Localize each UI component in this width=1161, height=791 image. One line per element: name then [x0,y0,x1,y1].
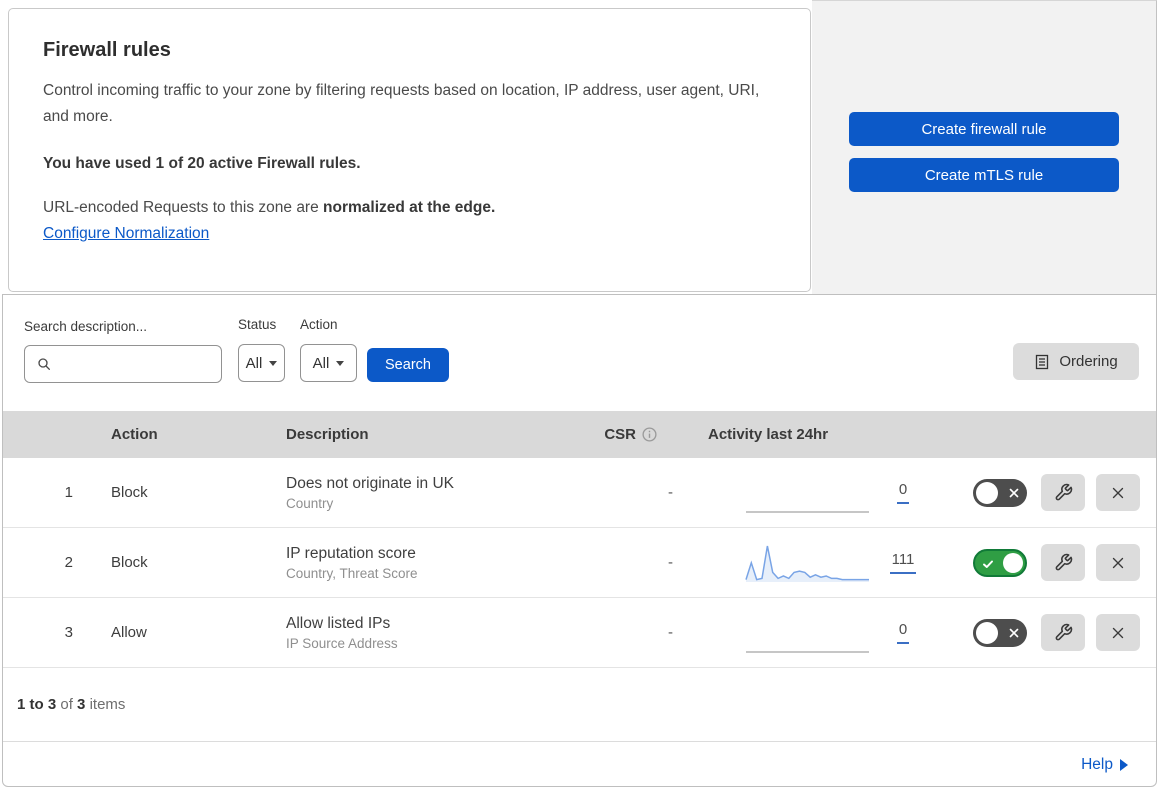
activity-count-link[interactable]: 0 [896,481,910,504]
wrench-icon [1055,553,1072,571]
action-filter-dropdown[interactable]: All [300,344,357,382]
activity-count-cell: 0 [878,621,928,644]
status-filter-dropdown[interactable]: All [238,344,285,382]
close-icon [1112,627,1124,638]
rule-priority: 1 [64,484,73,501]
activity-count-link[interactable]: 0 [896,621,910,644]
rule-description-cell: IP reputation score Country, Threat Scor… [286,545,576,581]
rule-action: Allow [111,624,147,641]
usage-note: You have used 1 of 20 active Firewall ru… [43,155,361,173]
rule-enabled-toggle[interactable] [973,548,1027,577]
check-icon [983,560,993,568]
column-header-description: Description [286,426,369,443]
column-header-action: Action [111,426,158,443]
table-header-row: Action Description CSR Activity last 24h… [3,411,1156,458]
pagination-total: 3 [77,696,86,713]
csr-header-label: CSR [604,426,636,443]
filter-bar: Search description... Status All Action … [3,295,1156,411]
activity-sparkline [746,650,869,653]
search-input[interactable] [60,355,221,373]
search-icon [38,358,50,370]
search-label: Search description... [24,319,148,334]
create-mtls-rule-button[interactable]: Create mTLS rule [849,158,1119,192]
rule-description: IP reputation score [286,544,416,562]
search-input-container[interactable] [24,345,222,383]
chevron-down-icon [269,360,278,366]
x-icon [1009,628,1019,637]
rule-description: Allow listed IPs [286,614,391,632]
rule-description-cell: Allow listed IPs IP Source Address [286,615,576,651]
help-link[interactable]: Help [1081,756,1128,774]
list-document-icon [1036,354,1049,369]
column-header-csr: CSR [603,426,693,443]
wrench-icon [1055,623,1072,641]
rule-action: Block [111,554,148,571]
rule-criteria: IP Source Address [286,635,398,651]
activity-count-cell: 111 [878,551,928,574]
help-link-label: Help [1081,756,1113,773]
close-icon [1112,557,1124,568]
pagination-range: 1 to 3 [17,696,57,713]
table-row: 1 Block Does not originate in UK Country… [3,458,1156,528]
column-header-activity: Activity last 24hr [708,426,829,443]
info-icon[interactable] [642,427,657,442]
status-filter-value: All [245,354,263,372]
search-button[interactable]: Search [367,348,449,382]
firewall-rules-header-card: Firewall rules Control incoming traffic … [8,8,811,292]
status-filter-label: Status [238,317,277,332]
delete-rule-button[interactable] [1096,474,1140,511]
page-description: Control incoming traffic to your zone by… [43,82,760,125]
rule-priority: 3 [64,624,73,641]
activity-count-link[interactable]: 111 [889,551,917,574]
rule-enabled-toggle[interactable] [973,478,1027,507]
close-icon [1112,487,1124,498]
wrench-icon [1055,483,1072,501]
chevron-down-icon [336,360,345,366]
pagination-summary: 1 to 3 of 3 items [3,668,1156,741]
edit-rule-button[interactable] [1041,544,1085,581]
ordering-button[interactable]: Ordering [1013,343,1139,380]
normalization-note-bold: normalized at the edge. [323,199,496,217]
page-title: Firewall rules [43,39,171,61]
activity-count-cell: 0 [878,481,928,504]
rule-criteria: Country, Threat Score [286,565,418,581]
actions-panel: Create firewall rule Create mTLS rule [812,0,1157,295]
ordering-button-label: Ordering [1059,353,1118,370]
delete-rule-button[interactable] [1096,544,1140,581]
table-row: 3 Allow Allow listed IPs IP Source Addre… [3,598,1156,668]
table-row: 2 Block IP reputation score Country, Thr… [3,528,1156,598]
pagination-items: items [89,696,126,713]
activity-sparkline [745,545,869,582]
toggle-knob [1003,552,1023,573]
rule-description: Does not originate in UK [286,474,455,492]
toggle-knob [976,621,998,644]
configure-normalization-link[interactable]: Configure Normalization [43,225,209,243]
rule-priority: 2 [64,554,73,571]
toggle-knob [976,481,998,504]
edit-rule-button[interactable] [1041,474,1085,511]
delete-rule-button[interactable] [1096,614,1140,651]
edit-rule-button[interactable] [1041,614,1085,651]
arrow-right-icon [1120,759,1128,771]
action-filter-label: Action [300,317,338,332]
rule-enabled-toggle[interactable] [973,618,1027,647]
x-icon [1009,488,1019,497]
rule-action: Block [111,484,148,501]
create-firewall-rule-button[interactable]: Create firewall rule [849,112,1119,146]
rule-csr-value: - [668,624,673,641]
rule-csr-value: - [668,554,673,571]
action-filter-value: All [312,354,330,372]
normalization-note-text: URL-encoded Requests to this zone are [43,199,324,217]
pagination-of: of [60,696,73,713]
rule-description-cell: Does not originate in UK Country [286,475,576,511]
firewall-rules-list-card: Search description... Status All Action … [2,294,1157,787]
rule-criteria: Country [286,495,334,511]
rule-csr-value: - [668,484,673,501]
activity-sparkline [746,510,869,513]
help-bar: Help [3,741,1156,788]
normalization-note: URL-encoded Requests to this zone are no… [43,199,770,217]
